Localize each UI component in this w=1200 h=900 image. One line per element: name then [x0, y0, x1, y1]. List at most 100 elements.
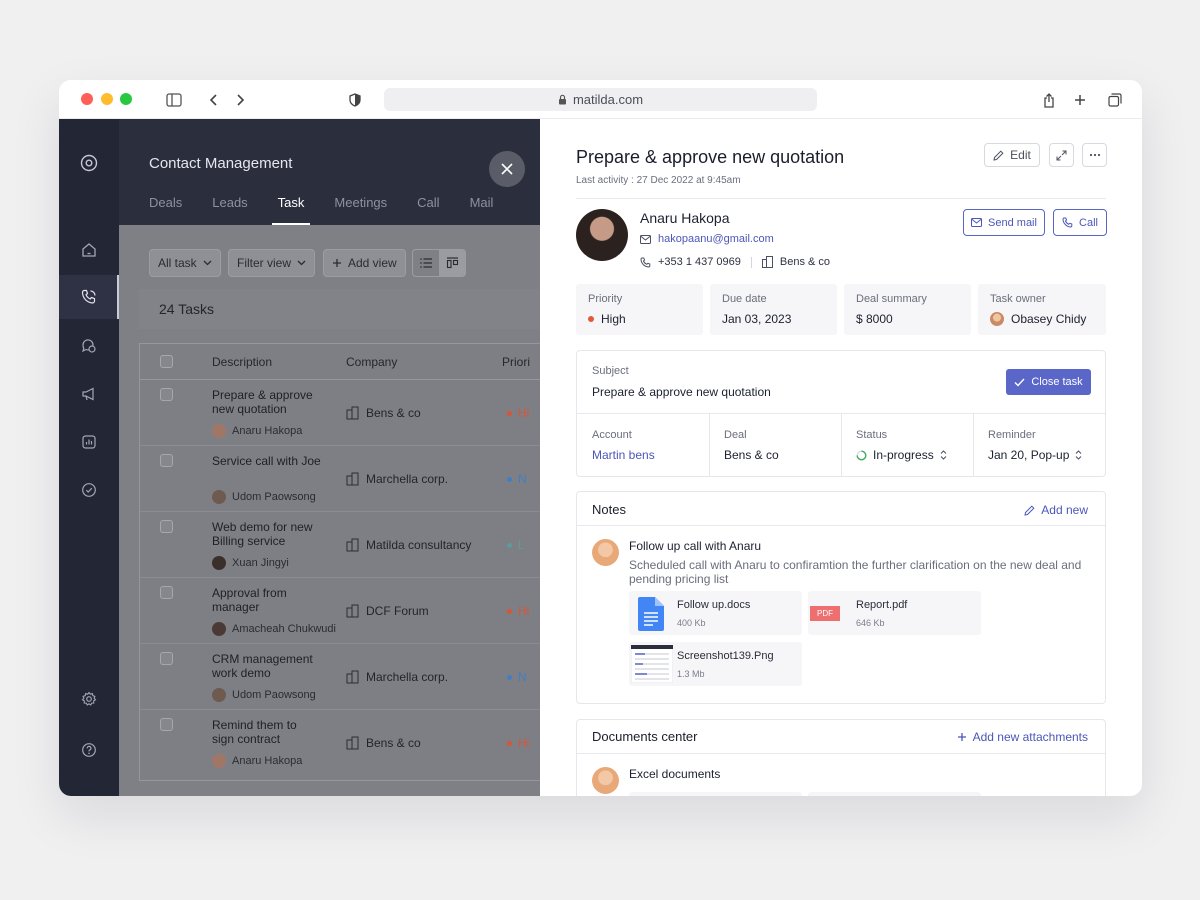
- task-priority: Hi: [507, 736, 529, 750]
- avatar: [212, 490, 226, 504]
- back-icon[interactable]: [204, 90, 224, 110]
- table-row[interactable]: Web demo for new Billing service Xuan Ji…: [140, 512, 560, 578]
- account-link[interactable]: Martin bens: [592, 448, 655, 462]
- reminder-select[interactable]: Jan 20, Pop-up: [988, 448, 1082, 462]
- tab-meetings[interactable]: Meetings: [334, 195, 387, 225]
- task-owner-value-row: Obasey Chidy: [990, 312, 1086, 326]
- logo-icon[interactable]: [59, 141, 119, 185]
- row-checkbox[interactable]: [160, 718, 173, 731]
- attachment-file[interactable]: [808, 792, 981, 796]
- column-description[interactable]: Description: [212, 355, 272, 369]
- edit-label: Edit: [1010, 148, 1031, 162]
- building-icon: [346, 538, 359, 552]
- assignee-name: Anaru Hakopa: [232, 755, 303, 767]
- row-checkbox[interactable]: [160, 652, 173, 665]
- divider: [841, 414, 842, 477]
- forward-icon[interactable]: [230, 90, 250, 110]
- close-task-button[interactable]: Close task: [1006, 369, 1091, 395]
- filter-view-dropdown[interactable]: Filter view: [228, 249, 316, 277]
- progress-icon: [856, 449, 867, 461]
- tab-leads[interactable]: Leads: [212, 195, 247, 225]
- task-company: Bens & co: [346, 406, 421, 420]
- table-row[interactable]: Service call with Joe Udom Paowsong Marc…: [140, 446, 560, 512]
- table-row[interactable]: CRM management work demo Udom Paowsong M…: [140, 644, 560, 710]
- phone-icon: [640, 257, 651, 268]
- contact-email[interactable]: hakopaanu@gmail.com: [658, 233, 774, 245]
- megaphone-icon[interactable]: [59, 372, 119, 416]
- new-tab-icon[interactable]: [1070, 90, 1090, 110]
- board-view-icon[interactable]: [439, 250, 465, 276]
- attachment-file[interactable]: Screenshot139.Png 1.3 Mb: [629, 642, 802, 686]
- maximize-window-button[interactable]: [120, 93, 132, 105]
- all-task-dropdown[interactable]: All task: [149, 249, 221, 277]
- more-options-button[interactable]: [1082, 143, 1107, 167]
- chat-icon[interactable]: [59, 324, 119, 368]
- deal-summary-value: $ 8000: [856, 312, 893, 326]
- last-activity: Last activity : 27 Dec 2022 at 9:45am: [576, 175, 741, 186]
- row-checkbox[interactable]: [160, 586, 173, 599]
- task-owner-label: Task owner: [990, 293, 1046, 305]
- reports-icon[interactable]: [59, 420, 119, 464]
- select-all-checkbox[interactable]: [160, 355, 173, 368]
- share-icon[interactable]: [1039, 90, 1059, 110]
- add-view-button[interactable]: Add view: [323, 249, 406, 277]
- column-priority[interactable]: Priori: [502, 355, 530, 369]
- avatar: [212, 556, 226, 570]
- minimize-window-button[interactable]: [101, 93, 113, 105]
- table-row[interactable]: Prepare & approve new quotation Anaru Ha…: [140, 380, 560, 446]
- close-window-button[interactable]: [81, 93, 93, 105]
- shield-icon[interactable]: [345, 90, 365, 110]
- attachment-file[interactable]: Follow up.docs 400 Kb: [629, 591, 802, 635]
- tab-task[interactable]: Task: [271, 195, 311, 225]
- tasks-check-icon[interactable]: [59, 468, 119, 512]
- contacts-phone-icon[interactable]: [59, 275, 119, 319]
- help-icon[interactable]: [59, 728, 119, 772]
- status-select[interactable]: In-progress: [856, 448, 947, 462]
- task-list-area: All task Filter view Add view 24 Tasks D…: [119, 225, 560, 796]
- row-checkbox[interactable]: [160, 454, 173, 467]
- send-mail-button[interactable]: Send mail: [963, 209, 1045, 236]
- close-panel-button[interactable]: [489, 151, 525, 187]
- tab-mail[interactable]: Mail: [470, 195, 494, 225]
- table-row[interactable]: Approval from manager Amacheah Chukwudi …: [140, 578, 560, 644]
- settings-gear-icon[interactable]: [59, 677, 119, 721]
- tab-deals[interactable]: Deals: [149, 195, 182, 225]
- row-checkbox[interactable]: [160, 388, 173, 401]
- home-icon[interactable]: [59, 228, 119, 272]
- tabs-overview-icon[interactable]: [1105, 90, 1125, 110]
- table-row[interactable]: Remind them to sign contract Anaru Hakop…: [140, 710, 560, 776]
- column-company[interactable]: Company: [346, 355, 397, 369]
- contact-name: Anaru Hakopa: [640, 210, 730, 226]
- priority-label: Hi: [518, 736, 530, 750]
- tab-call[interactable]: Call: [417, 195, 439, 225]
- avatar: [212, 754, 226, 768]
- divider: [577, 525, 1105, 526]
- attachment-file[interactable]: [629, 792, 802, 796]
- attachment-file[interactable]: PDF Report.pdf 646 Kb: [808, 591, 981, 635]
- priority-label: N: [518, 472, 527, 486]
- task-description: CRM management work demo: [212, 652, 313, 680]
- browser-toolbar: matilda.com: [59, 80, 1142, 119]
- priority-dot: [507, 476, 512, 482]
- add-attachment-button[interactable]: Add new attachments: [957, 730, 1088, 744]
- row-checkbox[interactable]: [160, 520, 173, 533]
- app-sidebar: [59, 119, 119, 796]
- chevron-down-icon: [203, 260, 212, 266]
- avatar: [212, 424, 226, 438]
- expand-button[interactable]: [1049, 143, 1074, 167]
- assignee-name: Udom Paowsong: [232, 491, 316, 503]
- status-label: Status: [856, 429, 888, 441]
- task-priority: N: [507, 670, 527, 684]
- call-button[interactable]: Call: [1053, 209, 1107, 236]
- edit-button[interactable]: Edit: [984, 143, 1040, 167]
- company-name: Matilda consultancy: [366, 538, 472, 552]
- sidebar-toggle-icon[interactable]: [164, 90, 184, 110]
- add-view-label: Add view: [348, 256, 397, 270]
- address-bar[interactable]: matilda.com: [384, 88, 817, 111]
- task-priority: L: [507, 538, 525, 552]
- priority-value-row: High: [588, 312, 626, 326]
- add-note-button[interactable]: Add new: [1024, 503, 1088, 517]
- list-view-icon[interactable]: [413, 250, 439, 276]
- contact-email-row[interactable]: hakopaanu@gmail.com: [640, 233, 774, 245]
- building-icon: [346, 472, 359, 486]
